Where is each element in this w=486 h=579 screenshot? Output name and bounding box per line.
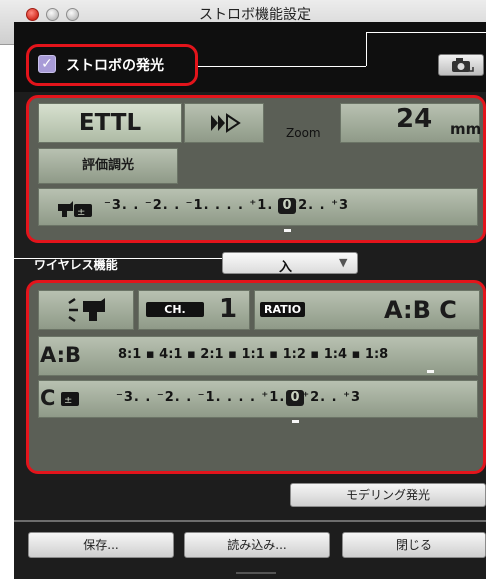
channel-value: 1 (219, 294, 238, 324)
wireless-mode-button[interactable] (38, 290, 134, 330)
zoom-value: 24 (396, 104, 433, 134)
leader-line (366, 32, 486, 33)
svg-text:±: ± (77, 207, 85, 218)
c-zero-marker: 0 (286, 390, 304, 406)
c-label: C (40, 386, 56, 410)
resize-grip[interactable] (236, 572, 276, 574)
wireless-label: ワイヤレス機能 (34, 258, 118, 272)
flash-mode-button[interactable]: ETTL (38, 103, 182, 143)
flash-enable-label: ストロボの発光 (66, 58, 164, 74)
flash-mode-value: ETTL (78, 110, 142, 136)
save-button[interactable]: 保存... (28, 532, 174, 558)
divider (14, 520, 486, 522)
high-speed-sync-icon (211, 113, 241, 133)
ratio-label: RATIO (260, 302, 306, 317)
metering-button[interactable]: 評価調光 (38, 148, 178, 184)
close-button[interactable]: 閉じる (342, 532, 486, 558)
ab-ratio-scale[interactable]: 8:1 ▪ 4:1 ▪ 2:1 ▪ 1:1 ▪ 1:2 ▪ 1:4 ▪ 1:8 (118, 347, 388, 362)
c-comp-scale[interactable]: ⁻3. . ⁻2. . ⁻1. . . . ⁺1. . ⁺2. . ⁺3 (116, 390, 361, 405)
ratio-value: A:B C (384, 296, 457, 324)
wireless-dropdown[interactable]: 入 ▼ (222, 252, 358, 275)
metering-value: 評価調光 (81, 158, 134, 173)
chevron-down-icon: ▼ (339, 256, 348, 269)
c-zero-value: 0 (290, 390, 300, 405)
ab-ratio-indicator (427, 370, 434, 373)
channel-label: CH. (146, 302, 204, 317)
svg-text:±: ± (64, 395, 72, 406)
camera-settings-button[interactable] (438, 54, 484, 76)
load-button[interactable]: 読み込み... (184, 532, 330, 558)
wireless-flash-icon (68, 297, 105, 323)
fec-indicator (284, 229, 291, 232)
zoom-label: Zoom (286, 126, 321, 140)
window-title: ストロボ機能設定 (199, 7, 311, 23)
ab-label: A:B (40, 343, 82, 367)
leader-line (366, 32, 367, 66)
modeling-flash-button[interactable]: モデリング発光 (290, 483, 486, 507)
flash-exposure-comp-icon: ± (61, 392, 79, 406)
leader-line (198, 66, 366, 67)
flash-enable-checkbox[interactable]: ✓ (38, 55, 56, 73)
zoom-unit: mm (450, 120, 482, 138)
close-window-button[interactable] (26, 8, 39, 21)
fec-scale[interactable]: ⁻3. . ⁻2. . ⁻1. . . . ⁺1. . ⁺2. . ⁺3 (104, 198, 349, 213)
fec-zero-marker: 0 (278, 198, 296, 214)
wireless-dropdown-value: 入 (279, 260, 293, 275)
fec-zero-value: 0 (282, 198, 292, 213)
c-comp-indicator (292, 420, 299, 423)
zoom-window-button[interactable] (66, 8, 79, 21)
camera-swap-icon (452, 58, 474, 72)
flash-exposure-comp-icon: ± (58, 201, 92, 218)
sync-mode-button[interactable] (184, 103, 264, 143)
minimize-window-button[interactable] (46, 8, 59, 21)
